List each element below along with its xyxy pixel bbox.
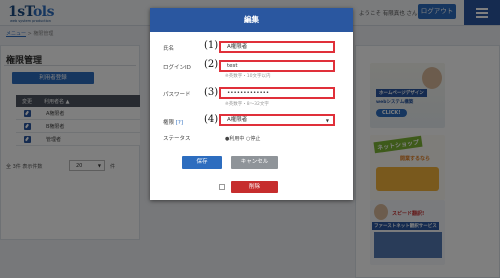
delete-confirm-checkbox[interactable] xyxy=(219,184,225,190)
delete-button[interactable]: 削除 xyxy=(231,181,278,193)
password-hint: ※英数字・8〜32文字 xyxy=(225,102,269,107)
annotation-marker: (4) xyxy=(204,114,219,125)
annotation-marker: (1) xyxy=(204,40,219,51)
name-label: 氏名 xyxy=(163,46,175,52)
help-link[interactable]: [?] xyxy=(176,120,183,126)
password-label: パスワード xyxy=(163,92,191,98)
annotation-marker: (2) xyxy=(204,59,219,70)
login-id-hint: ※英数字・10文字以内 xyxy=(225,74,271,79)
password-field[interactable]: ••••••••••••• xyxy=(219,87,335,99)
authority-select[interactable]: A権限者 ▼ xyxy=(219,114,335,126)
name-field[interactable]: A権限者 xyxy=(219,41,335,53)
login-id-field[interactable]: test xyxy=(219,60,335,72)
save-button[interactable]: 保存 xyxy=(182,156,222,169)
status-label: ステータス xyxy=(163,136,191,142)
status-radio-group[interactable]: ●利用中 ○停止 xyxy=(225,135,260,142)
dialog-title: 編集 xyxy=(150,8,353,32)
caret-down-icon: ▼ xyxy=(325,118,329,123)
login-id-label: ログインID xyxy=(163,65,191,71)
status-radio-stopped[interactable]: ○停止 xyxy=(246,136,260,142)
status-radio-active[interactable]: ●利用中 xyxy=(225,136,244,142)
annotation-marker: (3) xyxy=(204,87,219,98)
authority-label: 権限 [?] xyxy=(163,120,183,126)
cancel-button[interactable]: キャンセル xyxy=(231,156,278,169)
